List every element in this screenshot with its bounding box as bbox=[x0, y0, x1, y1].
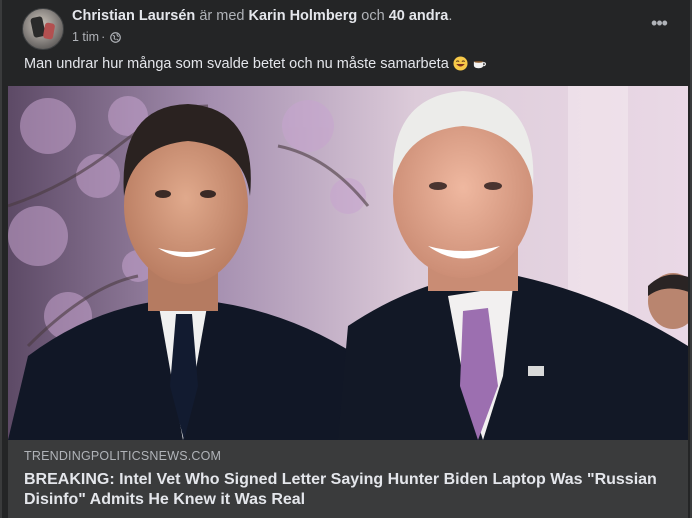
post-time[interactable]: 1 tim bbox=[72, 30, 99, 44]
post-header: Christian Laursén är med Karin Holmberg … bbox=[22, 6, 670, 50]
post-meta: 1 tim · bbox=[72, 30, 122, 44]
link-preview-card[interactable]: TRENDINGPOLITICSNEWS.COM BREAKING: Intel… bbox=[8, 440, 688, 518]
more-options-icon[interactable]: ••• bbox=[648, 12, 670, 34]
post-message: Man undrar hur många som svalde betet oc… bbox=[24, 56, 487, 72]
photo-illustration bbox=[8, 86, 688, 440]
author-avatar[interactable] bbox=[22, 8, 64, 50]
coffee-cup-emoji bbox=[473, 61, 486, 69]
feed-post: Christian Laursén är med Karin Holmberg … bbox=[0, 0, 692, 518]
link-preview-image[interactable] bbox=[8, 86, 688, 440]
author-line: Christian Laursén är med Karin Holmberg … bbox=[72, 8, 452, 24]
author-name[interactable]: Christian Laursén bbox=[72, 8, 195, 24]
globe-icon[interactable] bbox=[110, 31, 122, 43]
tagged-others[interactable]: 40 andra bbox=[389, 8, 449, 24]
meta-separator: · bbox=[101, 30, 106, 44]
laughing-face-emoji bbox=[453, 56, 468, 71]
link-domain: TRENDINGPOLITICSNEWS.COM bbox=[24, 449, 222, 463]
with-text: är med bbox=[199, 8, 245, 24]
link-headline[interactable]: BREAKING: Intel Vet Who Signed Letter Sa… bbox=[24, 470, 664, 510]
period: . bbox=[448, 8, 453, 24]
and-text: och bbox=[361, 8, 385, 24]
post-text: Man undrar hur många som svalde betet oc… bbox=[24, 56, 449, 72]
tagged-person[interactable]: Karin Holmberg bbox=[248, 8, 357, 24]
avatar-figure bbox=[42, 22, 56, 40]
